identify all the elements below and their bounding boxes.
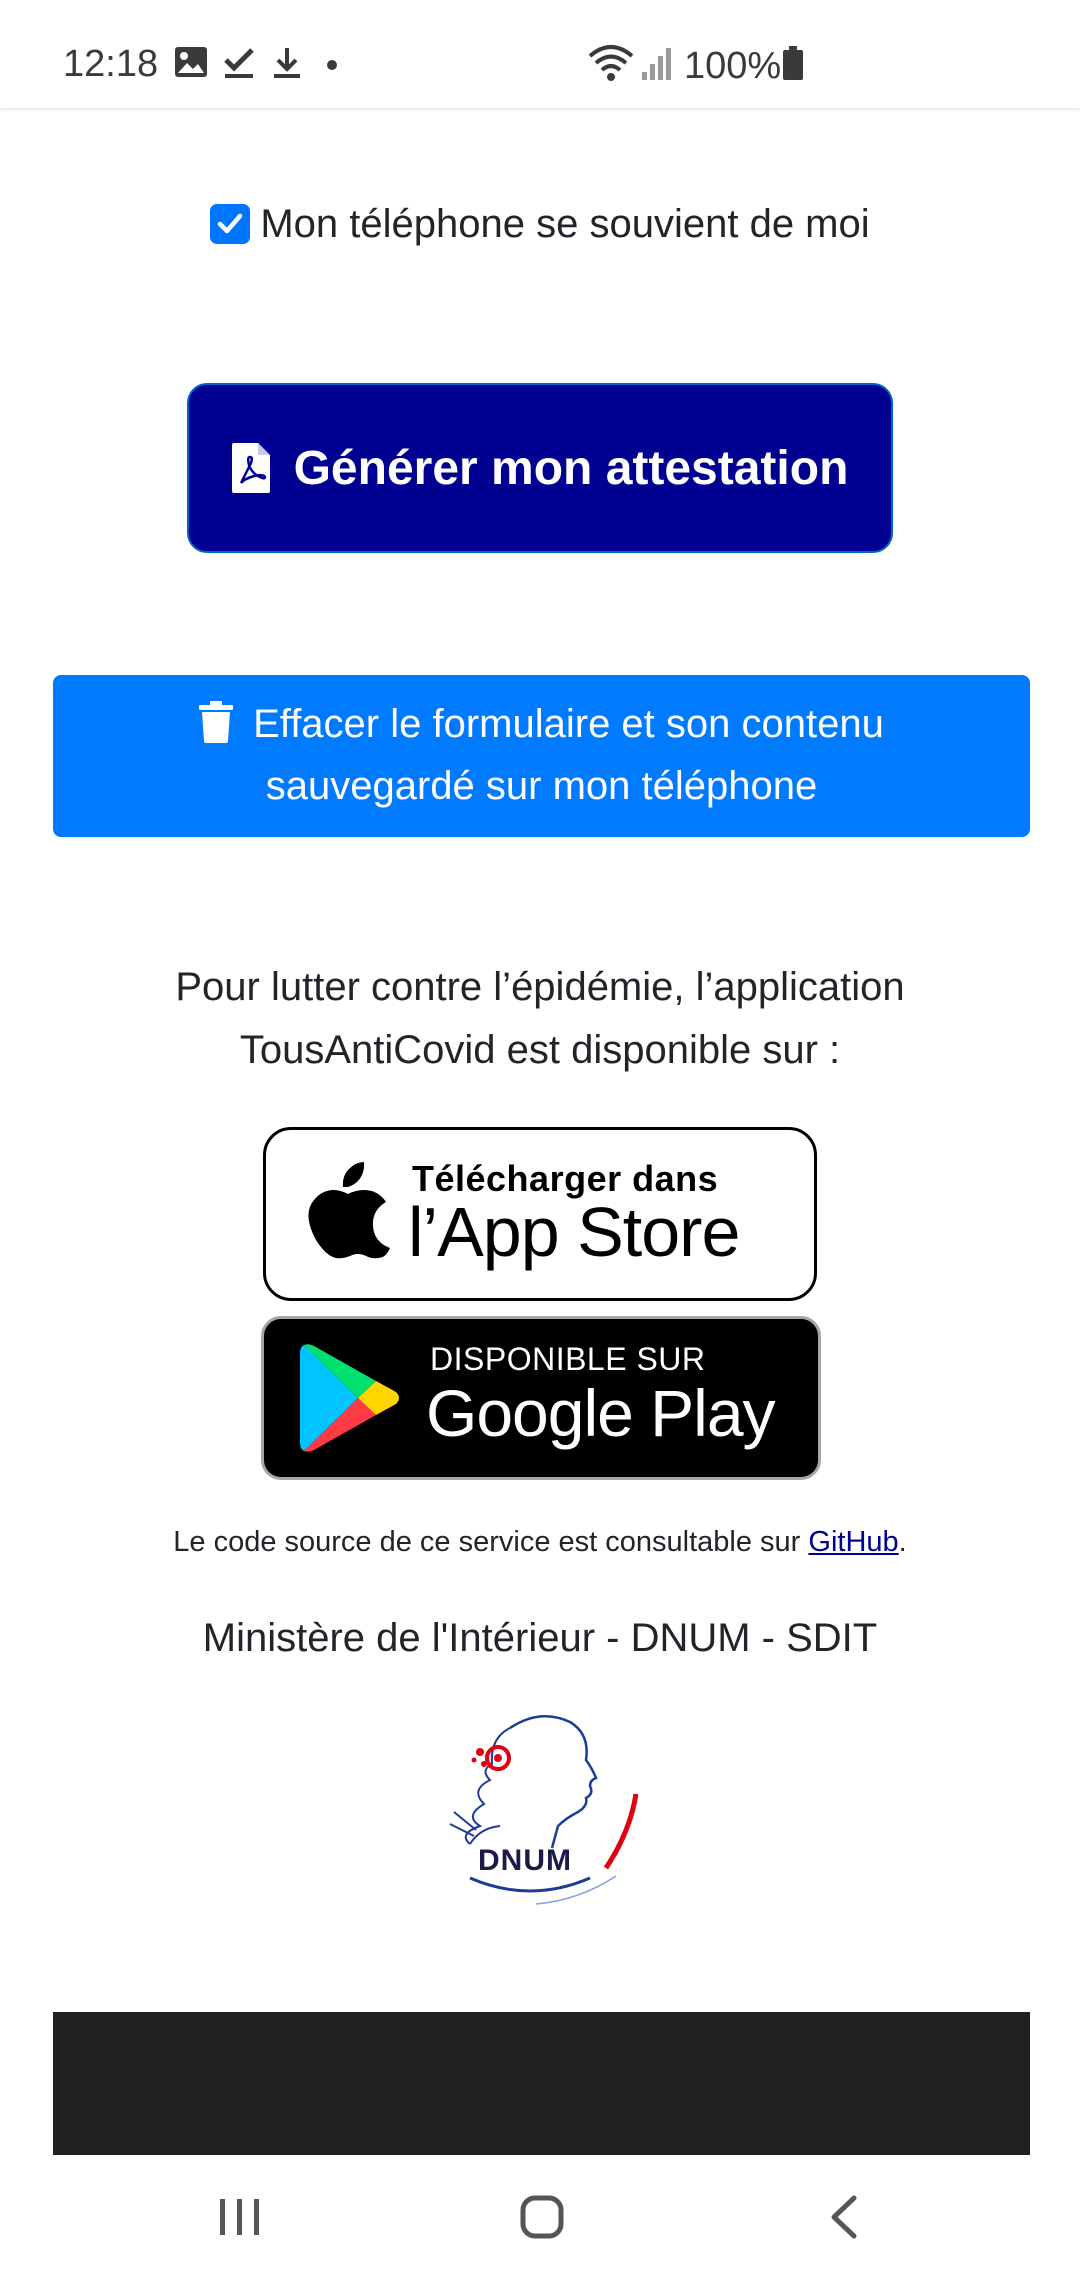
info-line1: Pour lutter contre l’épidémie, l’applica… (175, 965, 905, 1009)
wifi-icon (588, 45, 634, 81)
erase-label-line1: Effacer le formulaire et son contenu (253, 702, 884, 746)
home-icon[interactable] (520, 2195, 564, 2239)
googleplay-line1: DISPONIBLE SUR (430, 1341, 706, 1377)
remember-checkbox-label[interactable]: Mon téléphone se souvient de moi (210, 196, 870, 252)
notification-dot-icon (327, 60, 337, 70)
gallery-icon (175, 47, 207, 77)
pdf-file-icon (231, 443, 270, 493)
app-info-text: Pour lutter contre l’épidémie, l’applica… (0, 956, 1080, 1082)
screen: 12:18 100% Mon téléphone se souvient de … (0, 0, 1080, 2280)
source-suffix: . (898, 1526, 907, 1558)
download-icon (274, 48, 300, 78)
battery-percentage: 100% (684, 45, 782, 87)
signal-icon (642, 48, 671, 80)
appstore-badge[interactable]: Télécharger dans l’App Store (263, 1127, 817, 1301)
erase-form-button[interactable]: Effacer le formulaire et son contenu sau… (53, 675, 1030, 837)
check-icon (224, 48, 254, 78)
status-bar: 12:18 100% (0, 0, 1080, 108)
erase-label-line2: sauvegardé sur mon téléphone (265, 764, 818, 808)
remember-checkbox[interactable] (210, 204, 251, 244)
apple-logo-icon (308, 1162, 390, 1259)
navigation-bar (0, 2155, 1080, 2280)
source-prefix: Le code source de ce service est consult… (173, 1526, 809, 1558)
dnum-logo-text: DNUM (478, 1844, 572, 1877)
remember-label: Mon téléphone se souvient de moi (260, 202, 870, 246)
generate-button-label: Générer mon attestation (293, 441, 849, 495)
remember-row: Mon téléphone se souvient de moi (0, 196, 1080, 254)
googleplay-badge[interactable]: DISPONIBLE SUR Google Play (261, 1316, 821, 1480)
dnum-logo-icon (449, 1715, 639, 1905)
back-icon[interactable] (828, 2195, 858, 2239)
google-play-logo-icon (300, 1344, 399, 1452)
generate-attestation-button[interactable]: Générer mon attestation (187, 383, 893, 553)
checkmark-icon (218, 213, 243, 234)
github-link[interactable]: GitHub (808, 1526, 898, 1558)
dark-footer (53, 2012, 1030, 2155)
source-code-text: Le code source de ce service est consult… (0, 1522, 1080, 1562)
info-line2: TousAntiCovid est disponible sur : (239, 1028, 841, 1072)
recents-icon[interactable] (218, 2197, 262, 2237)
status-time: 12:18 (63, 43, 159, 85)
ministry-text: Ministère de l'Intérieur - DNUM - SDIT (202, 1616, 878, 1660)
googleplay-line2: Google Play (426, 1376, 776, 1450)
battery-icon (783, 46, 803, 80)
appstore-line2: l’App Store (408, 1193, 740, 1271)
trash-icon (199, 701, 234, 743)
